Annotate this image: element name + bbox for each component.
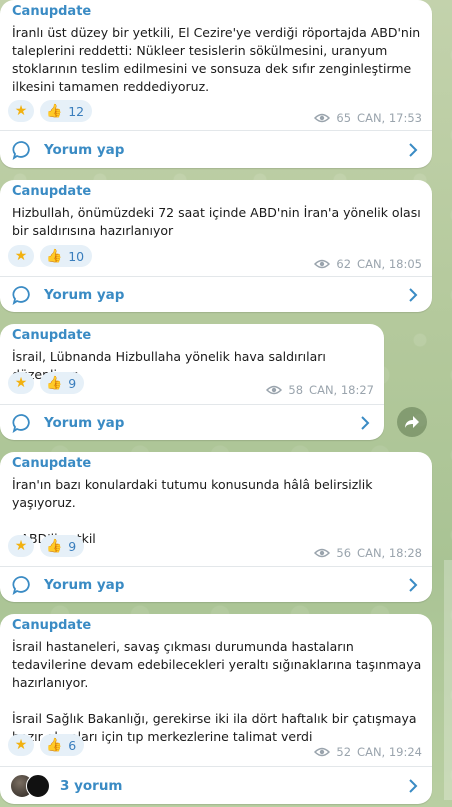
post-sender[interactable]: Canupdate xyxy=(12,618,91,633)
comment-button[interactable]: Yorum yap xyxy=(12,285,418,305)
chevron-right-icon xyxy=(361,416,370,430)
comment-button[interactable]: Yorum yap xyxy=(12,140,418,160)
like-reaction[interactable]: 👍 12 xyxy=(40,100,93,122)
thumbs-up-icon: 👍 xyxy=(46,375,63,391)
like-count: 10 xyxy=(68,248,85,264)
channel-post: Canupdate Hizbullah, önümüzdeki 72 saat … xyxy=(0,180,432,312)
post-time: CAN, 17:53 xyxy=(357,111,422,125)
comment-icon xyxy=(12,286,30,305)
divider xyxy=(0,130,432,131)
star-reaction[interactable]: ★ xyxy=(8,245,34,267)
forward-icon xyxy=(405,416,419,428)
comment-label: Yorum yap xyxy=(44,415,125,431)
star-icon: ★ xyxy=(14,538,28,554)
post-time: CAN, 18:27 xyxy=(309,383,374,397)
comment-label: Yorum yap xyxy=(44,577,125,593)
star-icon: ★ xyxy=(14,103,28,119)
post-text: Hizbullah, önümüzdeki 72 saat içinde ABD… xyxy=(12,205,425,238)
post-meta: 56 CAN, 18:28 xyxy=(314,546,422,560)
like-reaction[interactable]: 👍 9 xyxy=(40,372,85,394)
eye-icon xyxy=(314,747,331,757)
comment-button[interactable]: Yorum yap xyxy=(12,413,370,433)
star-icon: ★ xyxy=(14,248,28,264)
eye-icon xyxy=(314,113,331,123)
post-time: CAN, 19:24 xyxy=(357,745,422,759)
view-count: 52 xyxy=(336,745,352,759)
post-time: CAN, 18:05 xyxy=(357,257,422,271)
star-reaction[interactable]: ★ xyxy=(8,100,34,122)
channel-post: Canupdate İran'ın bazı konulardaki tutum… xyxy=(0,452,432,602)
comment-label: Yorum yap xyxy=(44,142,125,158)
post-sender[interactable]: Canupdate xyxy=(12,184,91,199)
thumbs-up-icon: 👍 xyxy=(46,737,63,753)
comment-icon xyxy=(12,576,30,595)
eye-icon xyxy=(266,385,283,395)
star-reaction[interactable]: ★ xyxy=(8,372,34,394)
view-count: 58 xyxy=(288,383,304,397)
star-reaction[interactable]: ★ xyxy=(8,535,34,557)
chevron-right-icon xyxy=(409,779,418,793)
forward-button[interactable] xyxy=(397,407,427,437)
post-text: İranlı üst düzey bir yetkili, El Cezire'… xyxy=(12,25,425,94)
channel-post: Canupdate İranlı üst düzey bir yetkili, … xyxy=(0,0,432,168)
eye-icon xyxy=(314,548,331,558)
star-reaction[interactable]: ★ xyxy=(8,734,34,756)
comment-count-label: 3 yorum xyxy=(60,778,123,794)
channel-post: Canupdate İsrail hastaneleri, savaş çıkm… xyxy=(0,614,432,804)
chevron-right-icon xyxy=(409,578,418,592)
post-meta: 58 CAN, 18:27 xyxy=(266,383,374,397)
like-count: 12 xyxy=(68,103,85,119)
like-count: 9 xyxy=(68,538,77,554)
post-meta: 62 CAN, 18:05 xyxy=(314,257,422,271)
view-count: 65 xyxy=(336,111,352,125)
eye-icon xyxy=(314,259,331,269)
post-sender[interactable]: Canupdate xyxy=(12,328,91,343)
chevron-right-icon xyxy=(409,288,418,302)
thumbs-up-icon: 👍 xyxy=(46,103,63,119)
thumbs-up-icon: 👍 xyxy=(46,538,63,554)
post-time: CAN, 18:28 xyxy=(357,546,422,560)
comment-button[interactable]: Yorum yap xyxy=(12,575,418,595)
comment-icon xyxy=(12,414,30,433)
like-reaction[interactable]: 👍 9 xyxy=(40,535,85,557)
star-icon: ★ xyxy=(14,737,28,753)
divider xyxy=(0,566,432,567)
like-count: 6 xyxy=(68,737,77,753)
scrollbar-track[interactable] xyxy=(444,560,452,800)
like-reaction[interactable]: 👍 10 xyxy=(40,245,93,267)
post-meta: 52 CAN, 19:24 xyxy=(314,745,422,759)
divider xyxy=(0,404,384,405)
thumbs-up-icon: 👍 xyxy=(46,248,63,264)
post-sender[interactable]: Canupdate xyxy=(12,4,91,19)
comment-label: Yorum yap xyxy=(44,287,125,303)
view-count: 62 xyxy=(336,257,352,271)
post-meta: 65 CAN, 17:53 xyxy=(314,111,422,125)
divider xyxy=(0,766,432,767)
comment-icon xyxy=(12,141,30,160)
post-sender[interactable]: Canupdate xyxy=(12,456,91,471)
commenter-avatars xyxy=(10,774,50,798)
chevron-right-icon xyxy=(409,143,418,157)
like-reaction[interactable]: 👍 6 xyxy=(40,734,85,756)
comments-link[interactable]: 3 yorum xyxy=(10,774,418,798)
star-icon: ★ xyxy=(14,375,28,391)
like-count: 9 xyxy=(68,375,77,391)
channel-post: Canupdate İsrail, Lübnanda Hizbullaha yö… xyxy=(0,324,384,440)
view-count: 56 xyxy=(336,546,352,560)
avatar xyxy=(26,774,50,798)
divider xyxy=(0,276,432,277)
post-text: İsrail hastaneleri, savaş çıkması durumu… xyxy=(12,639,422,744)
